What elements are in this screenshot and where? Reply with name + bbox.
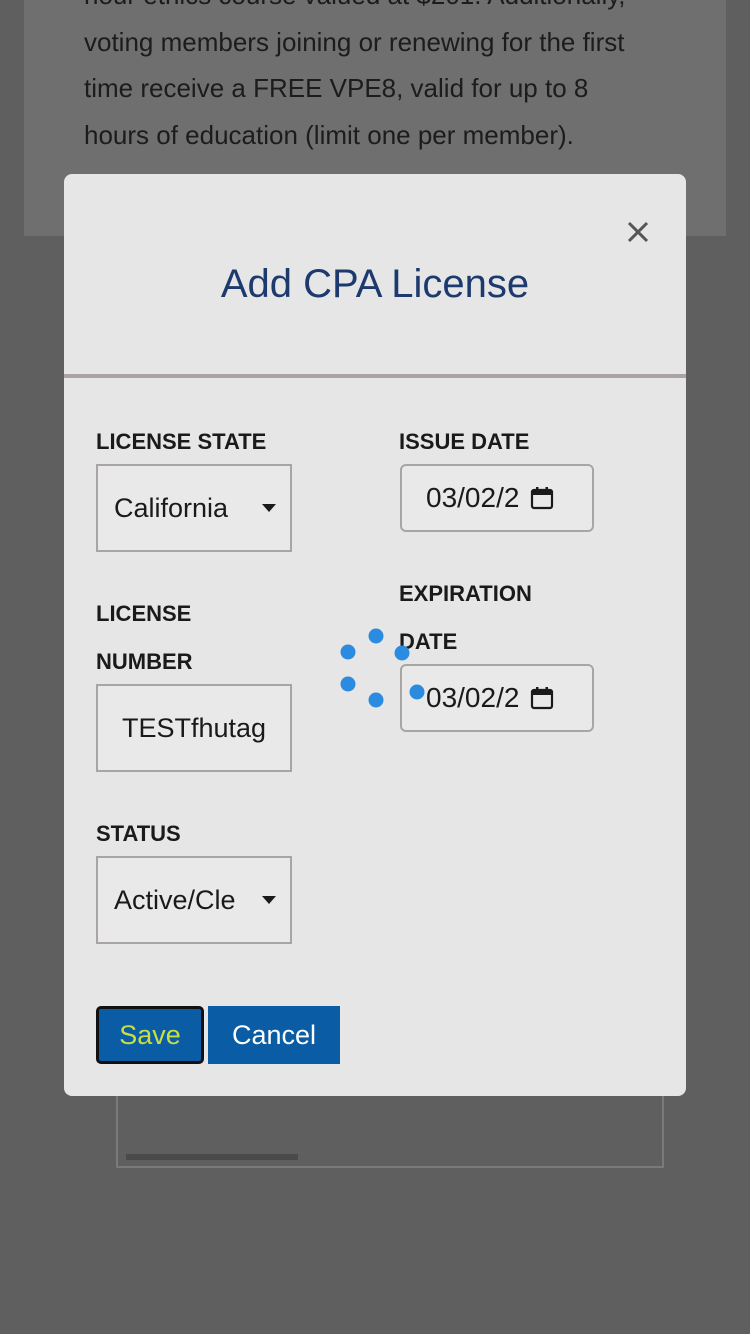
license-state-value: California — [114, 493, 229, 523]
license-number-value: TESTfhutag — [122, 713, 267, 743]
background-text-line: voting members joining or renewing for t… — [84, 26, 625, 57]
close-icon[interactable] — [624, 218, 652, 246]
cancel-button[interactable]: Cancel — [208, 1006, 340, 1064]
license-number-label-line2: NUMBER — [96, 649, 193, 674]
background-text-line: hour ethics course valued at $201. Addit… — [84, 0, 684, 19]
background-text: hour ethics course valued at $201. Addit… — [84, 0, 684, 158]
background-scrollbar — [126, 1154, 298, 1160]
modal-header: Add CPA License — [64, 174, 686, 378]
add-license-modal: Add CPA License LICENSE STATE California… — [64, 174, 686, 1096]
calendar-icon[interactable] — [530, 686, 554, 710]
issue-date-value: 03/02/2 — [426, 482, 520, 513]
status-label: STATUS — [96, 821, 181, 846]
issue-date-label: ISSUE DATE — [399, 429, 530, 454]
license-state-select[interactable]: California — [96, 464, 292, 552]
background-text-line: hours of education (limit one per member… — [84, 119, 574, 150]
expiration-date-label-line1: EXPIRATION — [399, 581, 532, 606]
license-number-input[interactable]: TESTfhutag — [96, 684, 292, 772]
status-select[interactable]: Active/Cle — [96, 856, 292, 944]
calendar-icon[interactable] — [530, 486, 554, 510]
modal-title: Add CPA License — [220, 262, 530, 306]
issue-date-input[interactable]: 03/02/2 — [400, 464, 594, 532]
expiration-date-value: 03/02/2 — [426, 682, 520, 713]
background-text-line: time receive a FREE VPE8, valid for up t… — [84, 73, 589, 103]
expiration-date-label-line2: DATE — [399, 629, 458, 654]
save-button[interactable]: Save — [96, 1006, 204, 1064]
expiration-date-input[interactable]: 03/02/2 — [400, 664, 594, 732]
license-number-label-line1: LICENSE — [96, 601, 192, 626]
status-value: Active/Cle — [114, 885, 236, 915]
license-state-label: LICENSE STATE — [96, 429, 267, 454]
chevron-down-icon — [262, 504, 276, 512]
chevron-down-icon — [262, 896, 276, 904]
